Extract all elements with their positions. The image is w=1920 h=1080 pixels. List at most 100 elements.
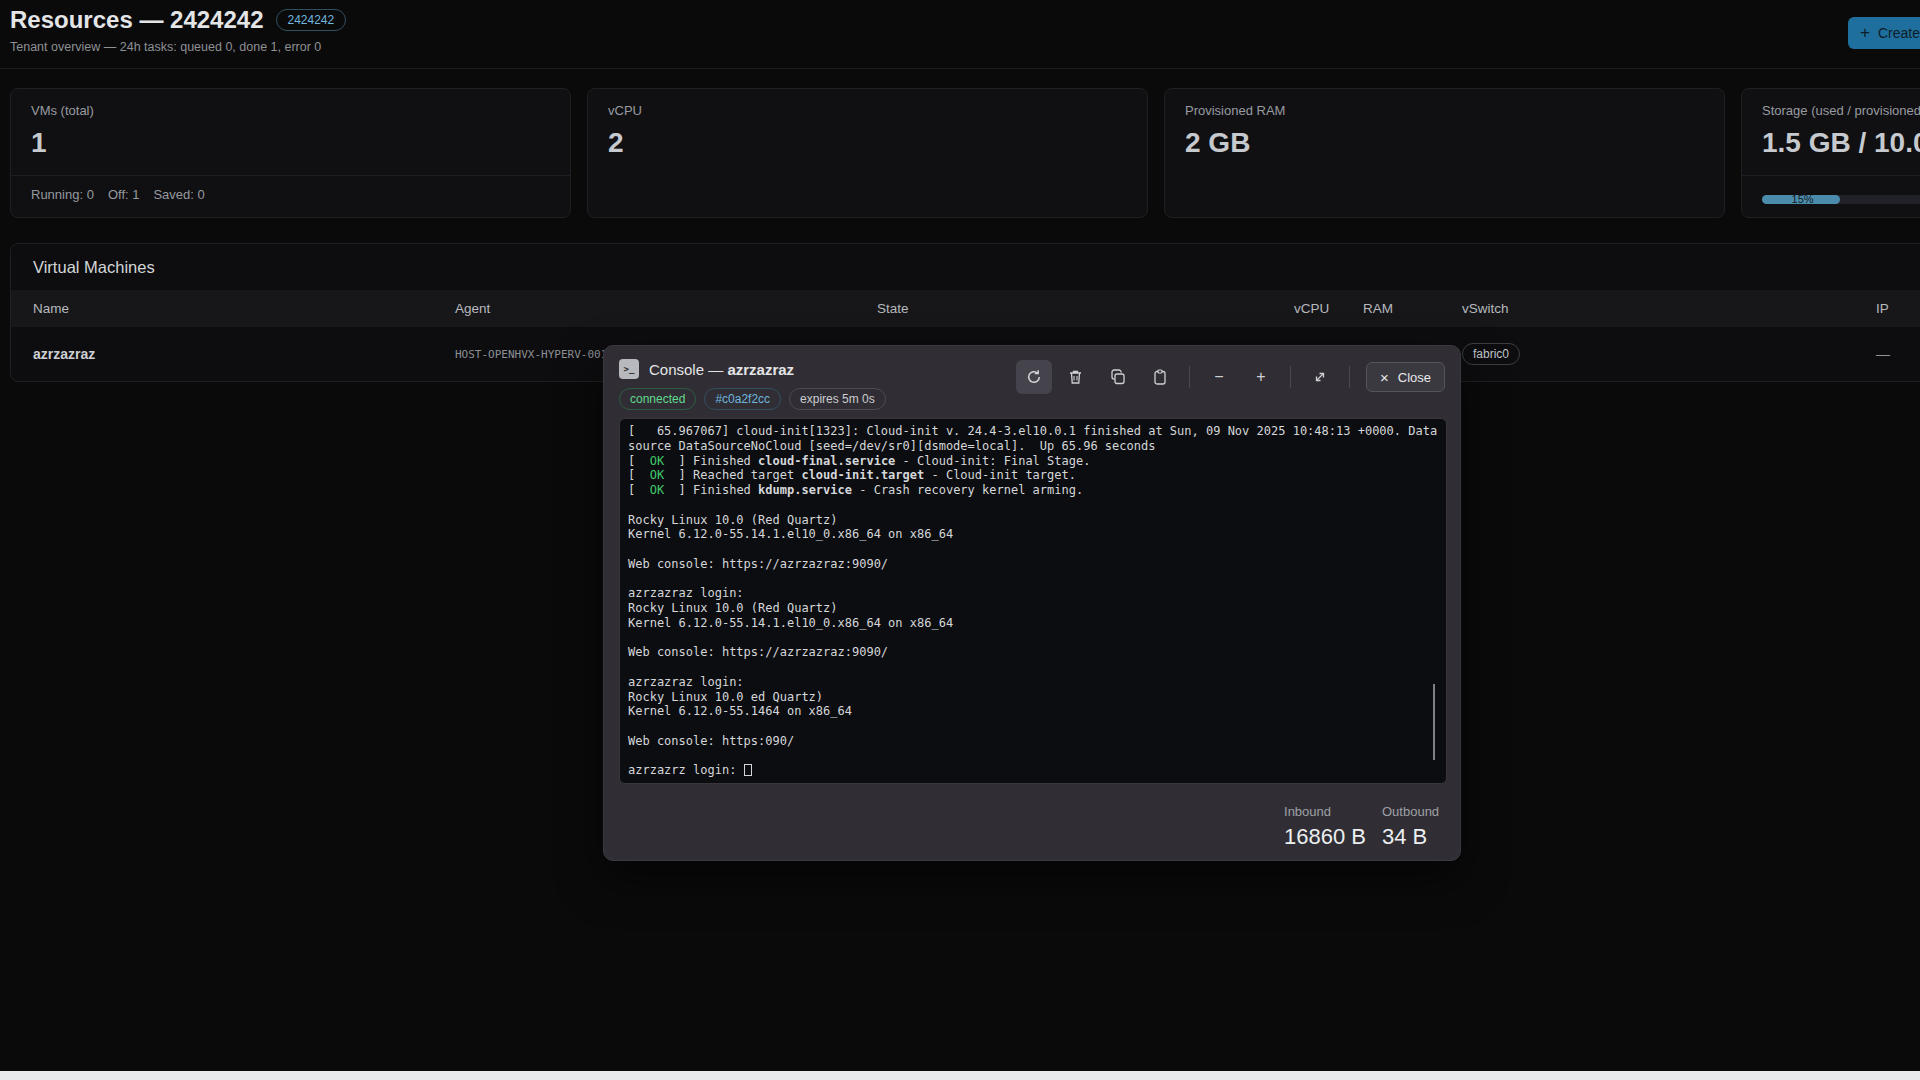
stat-card-vms: VMs (total) 1 Running: 0Off: 1Saved: 0 — [10, 88, 571, 218]
console-terminal[interactable]: [ 65.967067] cloud-init[1323]: Cloud-ini… — [619, 418, 1447, 784]
terminal-cursor — [744, 764, 752, 776]
terminal-line — [628, 542, 1438, 557]
column-header-ram: RAM — [1363, 301, 1462, 316]
page: Resources — 2424242 2424242 Tenant overv… — [0, 0, 1920, 1080]
console-badge-muted: expires 5m 0s — [789, 388, 886, 410]
column-header-agent: Agent — [455, 301, 877, 316]
terminal-line: Kernel 6.12.0-55.1464 on x86_64 — [628, 704, 1438, 719]
fullscreen-button[interactable] — [1299, 360, 1341, 394]
terminal-line — [628, 572, 1438, 587]
inbound-label: Inbound — [1284, 804, 1366, 819]
create-button[interactable]: + Create — [1848, 17, 1920, 49]
terminal-line: Web console: https://azrzazraz:9090/ — [628, 557, 1438, 572]
trash-icon — [1068, 369, 1083, 385]
terminal-icon: >_ — [619, 359, 639, 379]
terminal-scrollbar-thumb[interactable] — [1433, 684, 1435, 760]
vm-count-stat: Saved: 0 — [153, 187, 204, 202]
terminal-line — [628, 719, 1438, 734]
stat-card-ram: Provisioned RAM 2 GB — [1164, 88, 1725, 218]
terminal-line: [ OK ] Finished kdump.service - Crash re… — [628, 483, 1438, 498]
terminal-line: Rocky Linux 10.0 ed Quartz) — [628, 690, 1438, 705]
vm-name-cell: azrzazraz — [33, 346, 455, 362]
console-net-stats: Inbound 16860 B Outbound 34 B — [1284, 804, 1446, 850]
terminal-line: azrzazraz login: — [628, 675, 1438, 690]
vswitch-badge: fabric0 — [1462, 343, 1520, 365]
tenant-badge: 2424242 — [276, 9, 347, 31]
refresh-icon — [1026, 369, 1042, 385]
terminal-line: azrzazrz login: — [628, 763, 1438, 778]
column-header-ip: IP — [1876, 301, 1920, 316]
close-button[interactable]: × Close — [1366, 362, 1445, 392]
page-subtitle: Tenant overview — 24h tasks: queued 0, d… — [10, 40, 321, 54]
trash-button[interactable] — [1055, 360, 1097, 394]
vm-count-stat: Off: 1 — [108, 187, 140, 202]
toolbar-separator — [1349, 366, 1350, 388]
inbound-stat: Inbound 16860 B — [1284, 804, 1366, 850]
stats-grid: VMs (total) 1 Running: 0Off: 1Saved: 0 v… — [10, 88, 1920, 218]
console-badge-id: #c0a2f2cc — [704, 388, 781, 410]
vm-count-stat: Running: 0 — [31, 187, 94, 202]
terminal-line: Web console: https:090/ — [628, 734, 1438, 749]
terminal-line: [ 65.967067] cloud-init[1323]: Cloud-ini… — [628, 424, 1438, 439]
create-button-label: Create — [1878, 25, 1920, 41]
terminal-line: Web console: https://azrzazraz:9090/ — [628, 645, 1438, 660]
stat-value: 2 GB — [1185, 127, 1704, 159]
terminal-line — [628, 660, 1438, 675]
terminal-line: Kernel 6.12.0-55.14.1.el10_0.x86_64 on x… — [628, 616, 1438, 631]
refresh-button[interactable] — [1016, 360, 1052, 394]
terminal-line: [ OK ] Reached target cloud-init.target … — [628, 468, 1438, 483]
outbound-label: Outbound — [1382, 804, 1446, 819]
terminal-line — [628, 631, 1438, 646]
console-header: >_ Console — azrzazraz connected #c0a2f2c… — [604, 346, 1460, 410]
clipboard-icon — [1153, 369, 1167, 385]
outbound-value: 34 B — [1382, 824, 1446, 850]
column-header-vswitch: vSwitch — [1462, 301, 1876, 316]
console-modal: >_ Console — azrzazraz connected #c0a2f2c… — [603, 345, 1461, 861]
terminal-line: [ OK ] Finished cloud-final.service - Cl… — [628, 454, 1438, 469]
terminal-line — [628, 749, 1438, 764]
toolbar-separator — [1189, 366, 1190, 388]
outbound-stat: Outbound 34 B — [1382, 804, 1446, 850]
zoom-out-button[interactable]: − — [1198, 360, 1240, 394]
stat-label: vCPU — [608, 103, 1127, 118]
terminal-line: azrzazraz login: — [628, 586, 1438, 601]
terminal-line: source DataSourceNoCloud [seed=/dev/sr0]… — [628, 439, 1438, 454]
stat-card-vcpu: vCPU 2 — [587, 88, 1148, 218]
stat-value: 2 — [608, 127, 1127, 159]
console-toolbar: − + × Close — [1016, 360, 1445, 394]
vm-ip-cell: — — [1876, 346, 1920, 362]
terminal-line: Rocky Linux 10.0 (Red Quartz) — [628, 601, 1438, 616]
storage-progress: 15% — [1742, 175, 1920, 204]
horizontal-scrollbar[interactable] — [0, 1071, 1920, 1080]
console-vm-name: azrzazraz — [727, 361, 794, 378]
page-header: Resources — 2424242 2424242 — [10, 6, 346, 34]
storage-progress-track: 15% — [1762, 195, 1920, 204]
plus-icon: + — [1860, 23, 1870, 43]
copy-icon — [1110, 369, 1126, 385]
storage-progress-label: 15% — [1792, 193, 1814, 205]
stat-card-vms-footer: Running: 0 Off: 1 Saved: 0 — [11, 175, 570, 202]
close-icon: × — [1380, 369, 1389, 386]
toolbar-separator — [1290, 366, 1291, 388]
console-title: Console — azrzazraz — [649, 361, 794, 378]
expand-icon — [1313, 370, 1327, 384]
page-title: Resources — 2424242 — [10, 6, 264, 34]
minus-icon: − — [1198, 368, 1240, 386]
copy-button[interactable] — [1097, 360, 1139, 394]
stat-label: Storage (used / provisioned) — [1762, 103, 1920, 118]
plus-icon: + — [1240, 368, 1282, 386]
column-header-state: State — [877, 301, 1294, 316]
stat-label: VMs (total) — [31, 103, 550, 118]
console-badge-ok: connected — [619, 388, 696, 410]
close-button-label: Close — [1398, 370, 1431, 385]
paste-button[interactable] — [1139, 360, 1181, 394]
vm-section-title: Virtual Machines — [11, 244, 1920, 290]
stat-card-storage: Storage (used / provisioned) 1.5 GB / 10… — [1741, 88, 1920, 218]
column-header-name: Name — [33, 301, 455, 316]
zoom-in-button[interactable]: + — [1240, 360, 1282, 394]
terminal-line: Rocky Linux 10.0 (Red Quartz) — [628, 513, 1438, 528]
vm-table-header: NameAgentStatevCPURAMvSwitchIP — [11, 290, 1920, 327]
terminal-line: Kernel 6.12.0-55.14.1.el10_0.x86_64 on x… — [628, 527, 1438, 542]
header-divider — [0, 68, 1920, 69]
stat-value: 1.5 GB / 10.0 GB — [1762, 127, 1920, 159]
